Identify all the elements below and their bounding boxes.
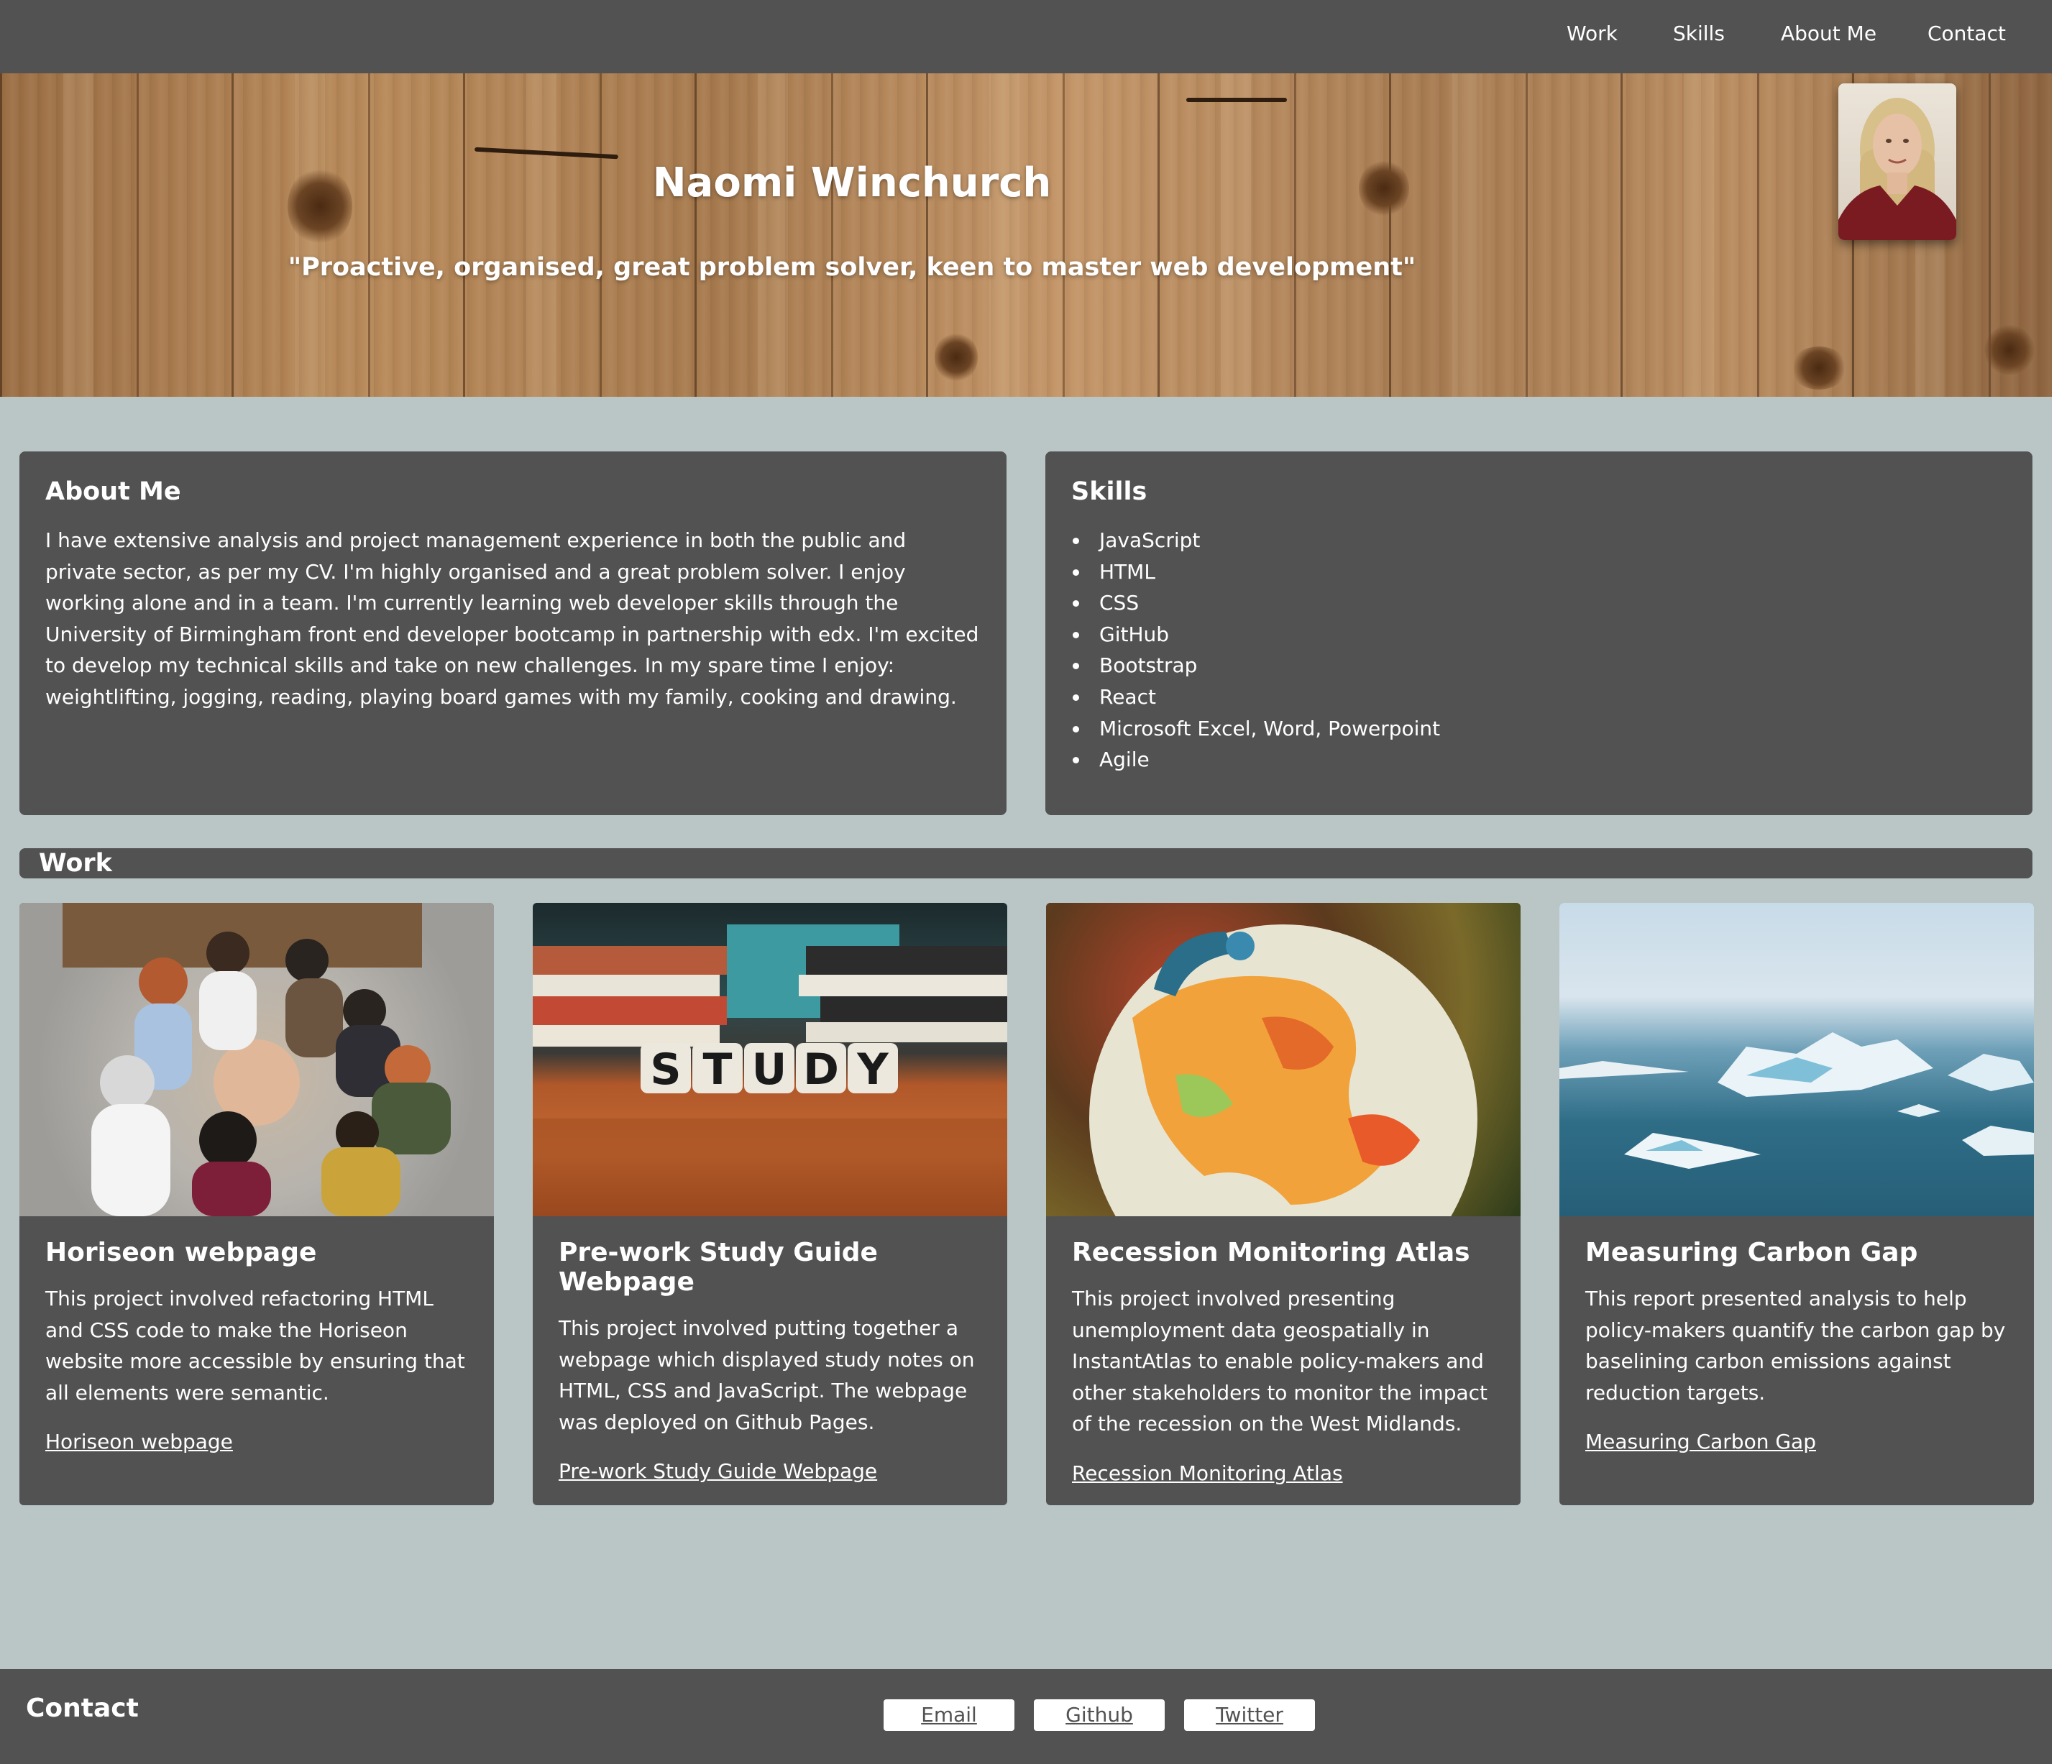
dice-letter-u: U bbox=[752, 1044, 787, 1095]
hero-tagline: "Proactive, organised, great problem sol… bbox=[288, 253, 1416, 282]
profile-photo bbox=[1838, 83, 1956, 240]
top-nav: Work Skills About Me Contact bbox=[0, 0, 2052, 73]
skill-item: HTML bbox=[1071, 556, 2007, 588]
team-photo bbox=[19, 903, 494, 1216]
project-description: This report presented analysis to help p… bbox=[1585, 1287, 2006, 1405]
project-link[interactable]: Horiseon webpage bbox=[45, 1430, 468, 1453]
skill-item: React bbox=[1071, 681, 2007, 713]
nav-link-skills[interactable]: Skills bbox=[1673, 22, 1725, 45]
skills-list: JavaScript HTML CSS GitHub Bootstrap Rea… bbox=[1071, 525, 2007, 776]
wood-knot bbox=[1790, 346, 1848, 390]
skill-item: JavaScript bbox=[1071, 525, 2007, 556]
dice-letter-s: S bbox=[650, 1044, 681, 1095]
project-title: Pre-work Study Guide Webpage bbox=[559, 1238, 878, 1297]
project-link[interactable]: Measuring Carbon Gap bbox=[1585, 1430, 2008, 1453]
wood-crack bbox=[1186, 98, 1287, 102]
github-button[interactable]: Github bbox=[1034, 1699, 1165, 1731]
iceberg-photo bbox=[1559, 903, 2034, 1216]
dice-letter-d: D bbox=[803, 1044, 839, 1095]
contact-footer: Contact Email Github Twitter bbox=[0, 1669, 2052, 1764]
twitter-button[interactable]: Twitter bbox=[1184, 1699, 1315, 1731]
study-dice-photo: S T U D Y bbox=[533, 903, 1007, 1216]
project-card-carbon-gap: Measuring Carbon Gap This report present… bbox=[1559, 903, 2034, 1505]
skill-item: CSS bbox=[1071, 587, 2007, 619]
skills-panel: Skills JavaScript HTML CSS GitHub Bootst… bbox=[1045, 451, 2032, 815]
project-description: This project involved putting together a… bbox=[559, 1316, 975, 1434]
project-link[interactable]: Pre-work Study Guide Webpage bbox=[559, 1459, 981, 1483]
about-me-heading: About Me bbox=[45, 477, 181, 506]
contact-heading: Contact bbox=[26, 1694, 139, 1723]
work-heading: Work bbox=[19, 848, 2032, 878]
project-title: Horiseon webpage bbox=[45, 1238, 317, 1267]
hero-banner: Naomi Winchurch "Proactive, organised, g… bbox=[0, 73, 2052, 397]
skill-item: Agile bbox=[1071, 744, 2007, 776]
nav-link-contact[interactable]: Contact bbox=[1927, 22, 2006, 45]
window-edge bbox=[2052, 0, 2072, 1764]
dice-letter-t: T bbox=[703, 1044, 733, 1095]
project-card-study-guide: S T U D Y Pre-work Study Guide Webpage T… bbox=[533, 903, 1007, 1505]
wood-crack bbox=[474, 147, 619, 160]
skill-item: Bootstrap bbox=[1071, 650, 2007, 681]
project-link[interactable]: Recession Monitoring Atlas bbox=[1072, 1461, 1495, 1485]
project-description: This project involved refactoring HTML a… bbox=[45, 1287, 465, 1405]
globe-photo bbox=[1046, 903, 1521, 1216]
wood-knot bbox=[1984, 325, 2035, 375]
email-button[interactable]: Email bbox=[884, 1699, 1014, 1731]
about-me-panel: About Me I have extensive analysis and p… bbox=[19, 451, 1007, 815]
project-card-recession-atlas: Recession Monitoring Atlas This project … bbox=[1046, 903, 1521, 1505]
wood-knot bbox=[935, 332, 978, 382]
project-title: Recession Monitoring Atlas bbox=[1072, 1238, 1470, 1267]
skill-item: Microsoft Excel, Word, Powerpoint bbox=[1071, 713, 2007, 745]
dice-letter-y: Y bbox=[856, 1044, 889, 1095]
skill-item: GitHub bbox=[1071, 619, 2007, 651]
project-card-horiseon: Horiseon webpage This project involved r… bbox=[19, 903, 494, 1505]
project-title: Measuring Carbon Gap bbox=[1585, 1238, 1918, 1267]
skills-heading: Skills bbox=[1071, 477, 1147, 506]
project-description: This project involved presenting unemplo… bbox=[1072, 1287, 1487, 1436]
nav-link-about-me[interactable]: About Me bbox=[1781, 22, 1876, 45]
nav-link-work[interactable]: Work bbox=[1567, 22, 1618, 45]
hero-name: Naomi Winchurch bbox=[652, 160, 1052, 206]
about-me-text: I have extensive analysis and project ma… bbox=[45, 528, 979, 709]
